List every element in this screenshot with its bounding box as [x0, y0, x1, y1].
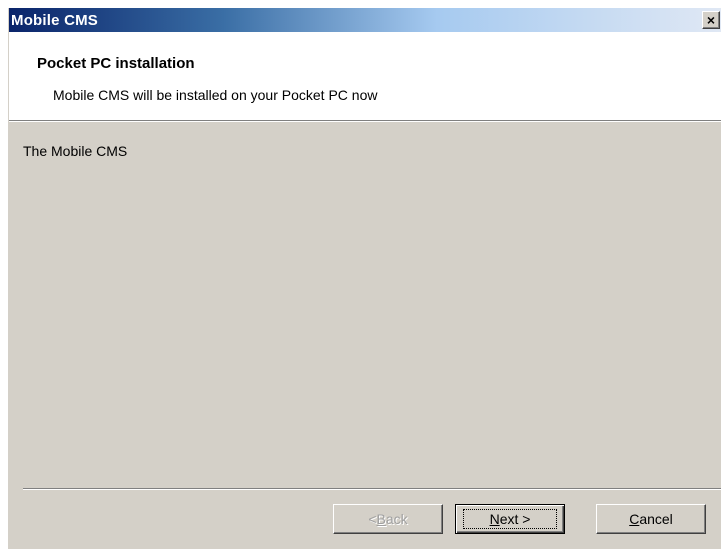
cancel-button[interactable]: Cancel — [596, 504, 706, 534]
close-icon: × — [706, 12, 716, 28]
back-button-mnemonic: B — [376, 511, 386, 527]
next-button-label: ext > — [499, 511, 531, 527]
cancel-button-mnemonic: C — [629, 511, 640, 527]
wizard-header: Pocket PC installation Mobile CMS will b… — [9, 32, 721, 122]
cancel-button-label: ancel — [639, 511, 673, 527]
back-button-label: ack — [385, 511, 408, 527]
next-button-mnemonic: N — [489, 511, 500, 527]
close-button[interactable]: × — [702, 11, 720, 29]
back-button-prefix: < — [368, 511, 377, 527]
back-button[interactable]: < Back — [333, 504, 443, 534]
title-bar[interactable]: Mobile CMS × — [9, 8, 721, 32]
window-title: Mobile CMS — [11, 11, 98, 29]
footer-separator — [23, 488, 721, 490]
page-title: Pocket PC installation — [37, 55, 195, 72]
body-text: The Mobile CMS — [23, 143, 128, 159]
next-button[interactable]: Next > — [455, 504, 565, 534]
installer-dialog: Mobile CMS × Pocket PC installation Mobi… — [8, 8, 721, 549]
page-subtitle: Mobile CMS will be installed on your Poc… — [53, 87, 378, 103]
next-button-focus: Next > — [462, 509, 558, 529]
